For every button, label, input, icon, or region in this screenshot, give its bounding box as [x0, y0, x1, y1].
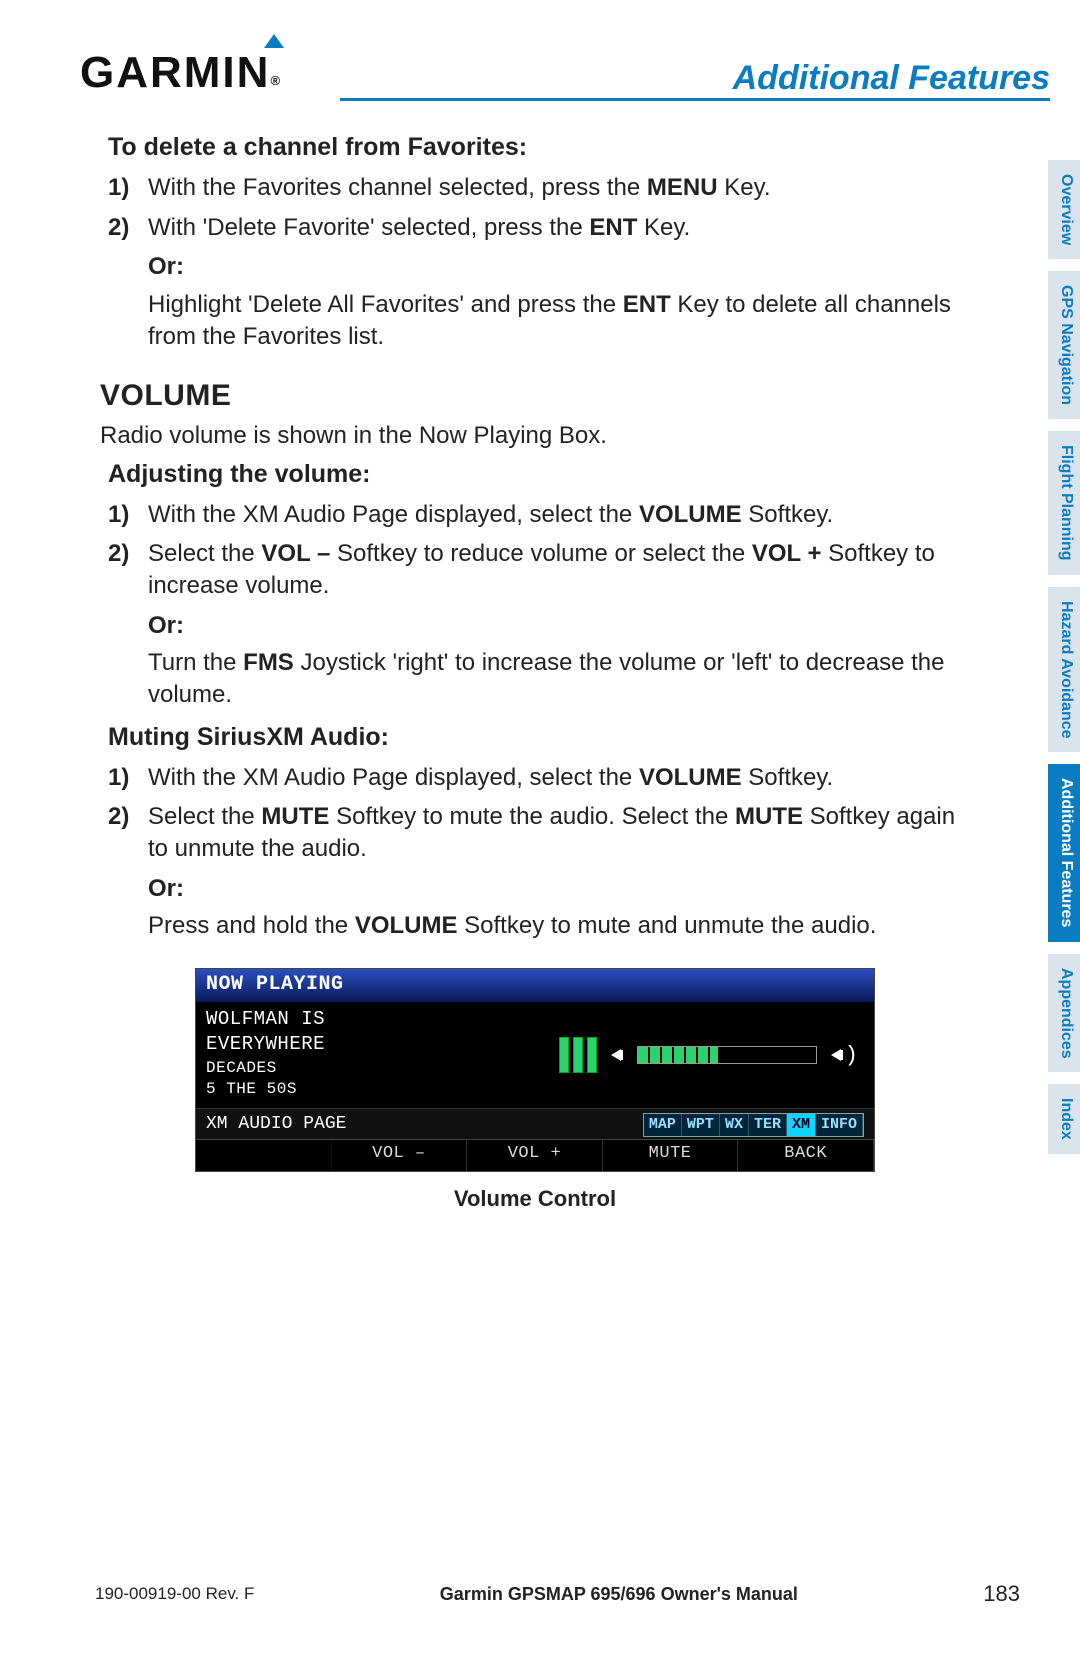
doc-id: 190-00919-00 Rev. F [95, 1584, 254, 1604]
speaker-muted-icon [611, 1049, 623, 1061]
logo-triangle-icon [264, 34, 284, 48]
heading-muting: Muting SiriusXM Audio: [108, 721, 970, 754]
tab-additional-features[interactable]: Additional Features [1048, 764, 1080, 941]
device-tabstrip: MAPWPTWXTERXMINFO [643, 1113, 864, 1137]
alt-text: Turn the FMS Joystick 'right' to increas… [148, 647, 970, 710]
tab-index[interactable]: Index [1048, 1084, 1080, 1154]
tab-overview[interactable]: Overview [1048, 160, 1080, 259]
page-label: XM AUDIO PAGE [206, 1113, 346, 1137]
step-text: With the XM Audio Page displayed, select… [148, 499, 970, 531]
page-content: To delete a channel from Favorites: 1) W… [100, 125, 970, 1213]
softkey-vol-minus: VOL – [332, 1140, 468, 1171]
volume-meter [637, 1046, 817, 1064]
alt-text: Press and hold the VOLUME Softkey to mut… [148, 910, 970, 942]
intro-text: Radio volume is shown in the Now Playing… [100, 420, 970, 452]
manual-title: Garmin GPSMAP 695/696 Owner's Manual [440, 1584, 798, 1605]
alt-text: Highlight 'Delete All Favorites' and pre… [148, 289, 970, 352]
step-text: With 'Delete Favorite' selected, press t… [148, 212, 970, 244]
signal-bars-icon [559, 1037, 597, 1073]
or-label: Or: [148, 610, 970, 642]
step-text: With the XM Audio Page displayed, select… [148, 762, 970, 794]
header-rule [340, 98, 1050, 101]
or-label: Or: [148, 873, 970, 905]
tab-flight-planning[interactable]: Flight Planning [1048, 431, 1080, 575]
tab-appendices[interactable]: Appendices [1048, 954, 1080, 1073]
softkey-mute: MUTE [603, 1140, 739, 1171]
or-label: Or: [148, 251, 970, 283]
garmin-logo: GARMIN® [80, 48, 282, 98]
section-tabs: Overview GPS Navigation Flight Planning … [1048, 160, 1080, 1154]
tab-hazard-avoidance[interactable]: Hazard Avoidance [1048, 587, 1080, 753]
page-header: GARMIN® Additional Features [80, 48, 1050, 98]
step-text: Select the VOL – Softkey to reduce volum… [148, 538, 970, 601]
figure-caption: Volume Control [100, 1184, 970, 1213]
tab-gps-navigation[interactable]: GPS Navigation [1048, 271, 1080, 419]
heading-adjusting-volume: Adjusting the volume: [108, 458, 970, 491]
heading-volume: VOLUME [100, 376, 970, 416]
now-playing-info: WOLFMAN IS EVERYWHERE DECADES 5 THE 50S [196, 1002, 559, 1107]
device-screenshot: NOW PLAYING WOLFMAN IS EVERYWHERE DECADE… [195, 968, 875, 1172]
softkey-row: VOL – VOL + MUTE BACK [196, 1139, 874, 1171]
chapter-title: Additional Features [733, 59, 1050, 98]
softkey-back: BACK [738, 1140, 874, 1171]
speaker-icon: ) [831, 1041, 858, 1070]
step-text: Select the MUTE Softkey to mute the audi… [148, 801, 970, 864]
heading-delete-favorite: To delete a channel from Favorites: [108, 131, 970, 164]
step-text: With the Favorites channel selected, pre… [148, 172, 970, 204]
page-footer: 190-00919-00 Rev. F Garmin GPSMAP 695/69… [95, 1581, 1020, 1607]
figure-volume-control: NOW PLAYING WOLFMAN IS EVERYWHERE DECADE… [100, 968, 970, 1213]
softkey-vol-plus: VOL + [467, 1140, 603, 1171]
now-playing-header: NOW PLAYING [196, 969, 874, 1002]
page-number: 183 [983, 1581, 1020, 1607]
